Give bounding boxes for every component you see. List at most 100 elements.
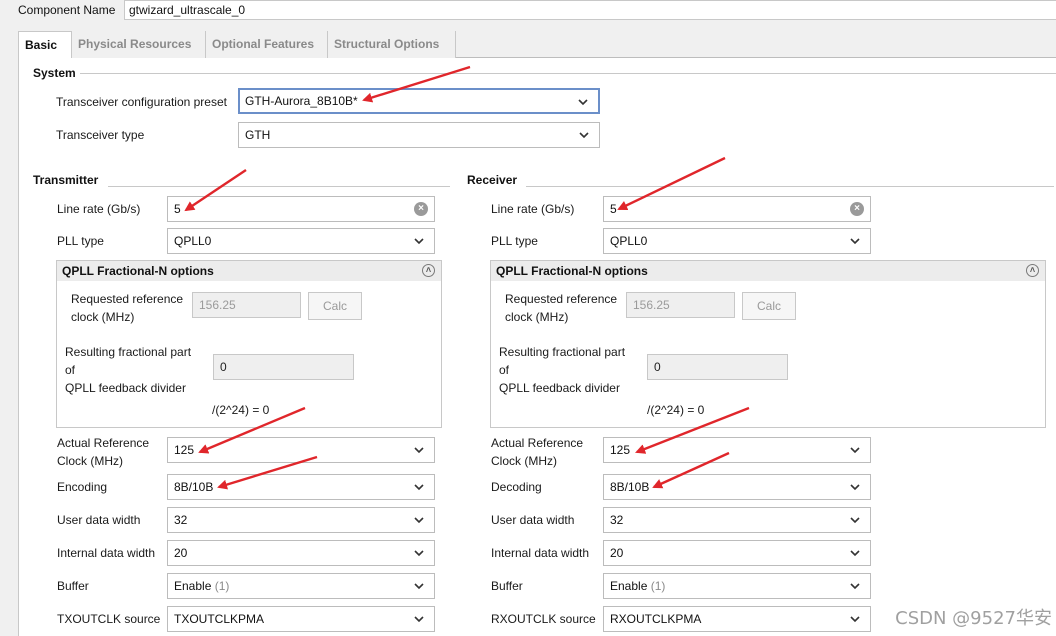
tx-outclk-value: TXOUTCLKPMA: [174, 612, 265, 626]
transceiver-type-value: GTH: [245, 128, 271, 142]
rx-result-value: 0: [647, 354, 788, 380]
tx-buffer-suffix: (1): [214, 579, 230, 593]
transmitter-divider: [108, 186, 450, 187]
chevron-down-icon: [414, 238, 424, 245]
rx-line-rate-label: Line rate (Gb/s): [491, 202, 575, 216]
tx-encoding-label: Encoding: [57, 480, 108, 494]
tx-buffer-label: Buffer: [57, 579, 89, 593]
chevron-down-icon: [850, 238, 860, 245]
chevron-down-icon: [850, 583, 860, 590]
collapse-icon[interactable]: ˄: [1026, 264, 1039, 277]
rx-buffer-suffix: (1): [650, 579, 666, 593]
rx-act-ref-label-2: Clock (MHz): [491, 454, 557, 468]
tab-physical-resources[interactable]: Physical Resources: [72, 31, 206, 59]
tx-internal-width-select[interactable]: 20: [167, 540, 435, 566]
tx-internal-width-value: 20: [174, 546, 188, 560]
tab-basic[interactable]: Basic: [18, 31, 72, 59]
watermark: CSDN @9527华安: [895, 608, 1052, 629]
tx-encoding-value: 8B/10B: [174, 480, 214, 494]
rx-outclk-label: RXOUTCLK source: [491, 612, 596, 626]
transceiver-type-select[interactable]: GTH: [238, 122, 600, 148]
component-name-label: Component Name: [18, 3, 116, 17]
clear-icon[interactable]: ×: [414, 202, 428, 216]
tx-fractional-title: QPLL Fractional-N options: [62, 264, 214, 278]
tx-result-value: 0: [213, 354, 354, 380]
transmitter-section-title: Transmitter: [33, 173, 99, 187]
system-divider: [80, 73, 1056, 74]
tx-outclk-label: TXOUTCLK source: [57, 612, 161, 626]
chevron-down-icon: [850, 517, 860, 524]
rx-outclk-value: RXOUTCLKPMA: [610, 612, 702, 626]
rx-decoding-select[interactable]: 8B/10B: [603, 474, 871, 500]
rx-line-rate-input[interactable]: 5 ×: [603, 196, 871, 222]
tx-act-ref-label-2: Clock (MHz): [57, 454, 123, 468]
rx-act-ref-label-1: Actual Reference: [491, 436, 584, 450]
rx-pll-type-select[interactable]: QPLL0: [603, 228, 871, 254]
tx-outclk-select[interactable]: TXOUTCLKPMA: [167, 606, 435, 632]
preset-label: Transceiver configuration preset: [56, 95, 227, 109]
tx-act-ref-label-1: Actual Reference: [57, 436, 150, 450]
rx-calc-button[interactable]: Calc: [742, 292, 796, 320]
rx-user-width-select[interactable]: 32: [603, 507, 871, 533]
tx-user-width-select[interactable]: 32: [167, 507, 435, 533]
chevron-down-icon: [850, 447, 860, 454]
tx-pll-type-label: PLL type: [57, 234, 104, 248]
component-name-input[interactable]: gtwizard_ultrascale_0: [124, 0, 1056, 20]
rx-user-width-value: 32: [610, 513, 624, 527]
rx-result-label-1: Resulting fractional part: [499, 345, 626, 359]
rx-pll-type-value: QPLL0: [610, 234, 648, 248]
rx-req-ref-label-1: Requested reference: [505, 292, 618, 306]
preset-select[interactable]: GTH-Aurora_8B10B*: [238, 88, 600, 114]
chevron-down-icon: [414, 616, 424, 623]
transceiver-type-label: Transceiver type: [56, 128, 145, 142]
tx-act-ref-select[interactable]: 125: [167, 437, 435, 463]
receiver-section-title: Receiver: [467, 173, 518, 187]
tx-req-ref-label-2: clock (MHz): [71, 310, 135, 324]
app-root: Component Name gtwizard_ultrascale_0 Bas…: [0, 0, 1056, 636]
chevron-down-icon: [579, 132, 589, 139]
collapse-icon[interactable]: ˄: [422, 264, 435, 277]
tx-act-ref-value: 125: [174, 443, 195, 457]
tx-calc-button[interactable]: Calc: [308, 292, 362, 320]
tx-line-rate-value: 5: [174, 202, 181, 216]
tx-fractional-header: QPLL Fractional-N options ˄: [57, 261, 441, 281]
clear-icon[interactable]: ×: [850, 202, 864, 216]
tx-pll-type-value: QPLL0: [174, 234, 212, 248]
chevron-down-icon: [414, 447, 424, 454]
tx-encoding-select[interactable]: 8B/10B: [167, 474, 435, 500]
tx-result-formula: /(2^24) = 0: [212, 403, 270, 417]
system-section-title: System: [33, 66, 76, 80]
chevron-down-icon: [414, 484, 424, 491]
tab-structural-options[interactable]: Structural Options: [328, 31, 456, 59]
rx-req-ref-label-2: clock (MHz): [505, 310, 569, 324]
tx-user-width-label: User data width: [57, 513, 141, 527]
rx-decoding-value: 8B/10B: [610, 480, 650, 494]
tx-user-width-value: 32: [174, 513, 188, 527]
receiver-divider: [526, 186, 1054, 187]
tx-buffer-select[interactable]: Enable (1): [167, 573, 435, 599]
tx-buffer-value: Enable: [174, 579, 212, 593]
tab-optional-features[interactable]: Optional Features: [206, 31, 328, 59]
rx-pll-type-label: PLL type: [491, 234, 538, 248]
tx-line-rate-input[interactable]: 5 ×: [167, 196, 435, 222]
tx-req-ref-input[interactable]: 156.25: [192, 292, 301, 318]
rx-outclk-select[interactable]: RXOUTCLKPMA: [603, 606, 871, 632]
tx-pll-type-select[interactable]: QPLL0: [167, 228, 435, 254]
chevron-down-icon: [850, 550, 860, 557]
rx-buffer-value: Enable: [610, 579, 648, 593]
chevron-down-icon: [850, 484, 860, 491]
tx-req-ref-label-1: Requested reference: [71, 292, 184, 306]
rx-decoding-label: Decoding: [491, 480, 542, 494]
rx-req-ref-input[interactable]: 156.25: [626, 292, 735, 318]
rx-act-ref-value: 125: [610, 443, 631, 457]
tx-result-label-3: QPLL feedback divider: [65, 381, 186, 395]
tx-result-label-1: Resulting fractional part: [65, 345, 192, 359]
rx-buffer-select[interactable]: Enable (1): [603, 573, 871, 599]
rx-act-ref-select[interactable]: 125: [603, 437, 871, 463]
chevron-down-icon: [578, 99, 588, 106]
preset-value: GTH-Aurora_8B10B*: [245, 94, 358, 108]
rx-internal-width-value: 20: [610, 546, 624, 560]
rx-line-rate-value: 5: [610, 202, 617, 216]
rx-internal-width-select[interactable]: 20: [603, 540, 871, 566]
rx-fractional-title: QPLL Fractional-N options: [496, 264, 648, 278]
